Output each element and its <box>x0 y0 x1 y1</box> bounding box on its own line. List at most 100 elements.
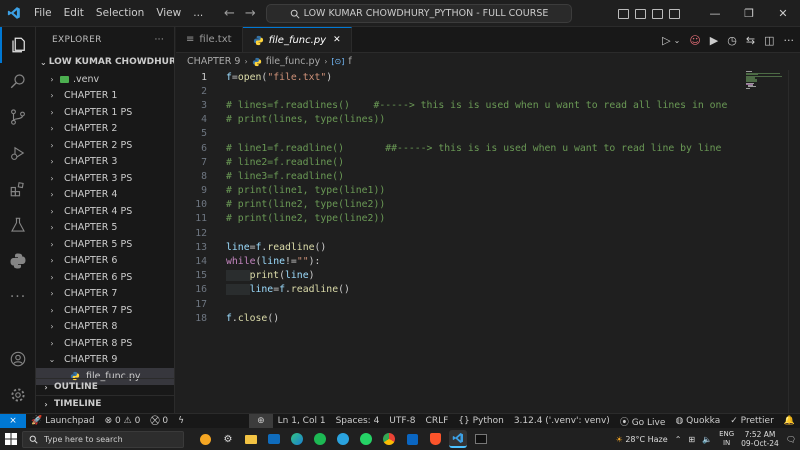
code-line[interactable]: 8 # line3=f.readline() <box>176 169 746 183</box>
indentation[interactable]: Spaces: 4 <box>331 416 385 426</box>
folder-item[interactable]: › CHAPTER 2 PS <box>36 137 174 154</box>
folder-item[interactable]: › CHAPTER 3 PS <box>36 170 174 187</box>
folder-item[interactable]: › CHAPTER 7 PS <box>36 302 174 319</box>
code-line[interactable]: 11 # print(line2, type(line2)) <box>176 212 746 226</box>
widgets-weather-icon[interactable] <box>196 430 214 448</box>
notifications-icon[interactable]: 🗨 <box>786 435 796 444</box>
menu-selection[interactable]: Selection <box>90 0 150 27</box>
ports-item[interactable]: ⛒ 0 <box>145 416 173 426</box>
editor-scrollbar[interactable] <box>788 70 800 413</box>
notifications-bell-icon[interactable]: 🔔 <box>779 416 800 426</box>
code-line[interactable]: 10 # print(line2, type(line2)) <box>176 198 746 212</box>
minimap[interactable] <box>746 70 786 110</box>
maximize-button[interactable]: ❐ <box>732 7 766 20</box>
spotify-icon[interactable] <box>311 430 329 448</box>
code-line[interactable]: 9 # print(line1, type(line1)) <box>176 184 746 198</box>
launchpad-item[interactable]: 🚀 Launchpad <box>26 416 100 426</box>
folder-item[interactable]: › CHAPTER 7 <box>36 286 174 303</box>
code-line[interactable]: 1 f=open("file.txt") <box>176 70 746 84</box>
run-indicator-icon[interactable]: ϟ <box>173 416 189 426</box>
accounts-icon[interactable] <box>0 341 36 377</box>
code-line[interactable]: 14 while(line!=""): <box>176 254 746 268</box>
file-explorer-icon[interactable] <box>242 430 260 448</box>
menu-view[interactable]: View <box>150 0 187 27</box>
taskbar-search[interactable]: Type here to search <box>22 430 184 448</box>
code-line[interactable]: 13 line=f.readline() <box>176 240 746 254</box>
menu-edit[interactable]: Edit <box>58 0 90 27</box>
folder-item[interactable]: › CHAPTER 1 PS <box>36 104 174 121</box>
python-icon[interactable] <box>0 243 36 279</box>
explorer-icon[interactable] <box>0 27 36 63</box>
folder-item[interactable]: › CHAPTER 4 PS <box>36 203 174 220</box>
code-line[interactable]: 6 # line1=f.readline() ##-----> this is i… <box>176 141 746 155</box>
run-debug-icon[interactable] <box>0 135 36 171</box>
compare-icon[interactable]: ⇆ <box>746 34 755 47</box>
more-views-icon[interactable]: ··· <box>0 279 36 315</box>
encoding[interactable]: UTF-8 <box>384 416 420 426</box>
tab-file-func-py[interactable]: file_func.py ✕ <box>242 27 352 52</box>
explorer-more-actions[interactable]: ··· <box>155 35 164 45</box>
folder-item[interactable]: ⌄ CHAPTER 9 <box>36 352 174 369</box>
code-line[interactable]: 5 <box>176 127 746 141</box>
menu-file[interactable]: File <box>28 0 58 27</box>
split-editor-icon[interactable]: ◫ <box>764 34 774 47</box>
toggle-secondary-sidebar-icon[interactable] <box>652 8 663 19</box>
code-line[interactable]: 2 <box>176 84 746 98</box>
prettier-button[interactable]: ✓ Prettier <box>725 416 779 426</box>
folder-item[interactable]: › CHAPTER 5 <box>36 220 174 237</box>
clock[interactable]: 7:52 AM 09-Oct-24 <box>741 430 779 448</box>
chrome-icon[interactable] <box>380 430 398 448</box>
code-line[interactable]: 15 print(line) <box>176 269 746 283</box>
code-line[interactable]: 3 # lines=f.readlines() #-----> this is i… <box>176 98 746 112</box>
run-dropdown-icon[interactable]: ⌄ <box>674 36 681 45</box>
folder-item[interactable]: › .venv <box>36 71 174 88</box>
customize-layout-icon[interactable] <box>669 8 680 19</box>
breadcrumb-file[interactable]: file_func.py <box>266 56 321 67</box>
code-line[interactable]: 7 # line2=f.readline() <box>176 155 746 169</box>
code-line[interactable]: 16 line=f.readline() <box>176 283 746 297</box>
brave-icon[interactable] <box>426 430 444 448</box>
timeline-section[interactable]: › TIMELINE <box>36 395 175 412</box>
forward-arrow-icon[interactable]: → <box>245 6 256 21</box>
code-line[interactable]: 17 <box>176 297 746 311</box>
manage-gear-icon[interactable] <box>0 377 36 413</box>
breadcrumb-symbol[interactable]: f <box>348 56 351 67</box>
volume-icon[interactable]: 🔈 <box>702 435 712 444</box>
history-icon[interactable]: ◷ <box>727 34 737 47</box>
windows-start-icon[interactable] <box>0 428 22 450</box>
edge-icon[interactable] <box>288 430 306 448</box>
search-view-icon[interactable] <box>0 63 36 99</box>
back-arrow-icon[interactable]: ← <box>224 6 235 21</box>
problems-item[interactable]: ⊗ 0 ⚠ 0 <box>100 416 146 426</box>
go-live-preview-icon[interactable]: ▶ <box>710 34 718 47</box>
terminal-icon[interactable] <box>472 430 490 448</box>
telegram-icon[interactable] <box>334 430 352 448</box>
network-icon[interactable]: ⊞ <box>688 435 695 444</box>
source-control-icon[interactable] <box>0 99 36 135</box>
quokka-icon[interactable]: ☺ <box>689 34 700 47</box>
folder-item[interactable]: › CHAPTER 4 <box>36 187 174 204</box>
folder-item[interactable]: › CHAPTER 5 PS <box>36 236 174 253</box>
close-tab-icon[interactable]: ✕ <box>333 35 341 45</box>
folder-item[interactable]: › CHAPTER 2 <box>36 121 174 138</box>
remote-indicator-icon[interactable]: ⨯ <box>0 413 26 429</box>
more-actions-icon[interactable]: ··· <box>784 34 795 47</box>
toggle-panel-icon[interactable] <box>635 8 646 19</box>
folder-item[interactable]: › CHAPTER 6 <box>36 253 174 270</box>
code-line[interactable]: 4 # print(lines, type(lines)) <box>176 113 746 127</box>
cursor-position[interactable]: Ln 1, Col 1 <box>273 416 331 426</box>
folder-item[interactable]: › CHAPTER 1 <box>36 88 174 105</box>
language-mode[interactable]: {} Python <box>453 416 509 426</box>
go-live-button[interactable]: ⦿ Go Live <box>615 415 671 428</box>
linkedin-icon[interactable] <box>403 430 421 448</box>
close-window-button[interactable]: ✕ <box>766 7 800 20</box>
end-of-line[interactable]: CRLF <box>421 416 454 426</box>
python-interpreter[interactable]: 3.12.4 ('.venv': venv) <box>509 416 615 426</box>
folder-item[interactable]: › CHAPTER 8 PS <box>36 335 174 352</box>
command-center-search[interactable]: LOW KUMAR CHOWDHURY_PYTHON - FULL COURSE <box>266 4 572 23</box>
menu-more[interactable]: ... <box>187 0 209 27</box>
zoom-icon[interactable]: ⊕ <box>249 413 273 429</box>
toggle-primary-sidebar-icon[interactable] <box>618 8 629 19</box>
vscode-taskbar-icon[interactable] <box>449 430 467 448</box>
testing-flask-icon[interactable] <box>0 207 36 243</box>
